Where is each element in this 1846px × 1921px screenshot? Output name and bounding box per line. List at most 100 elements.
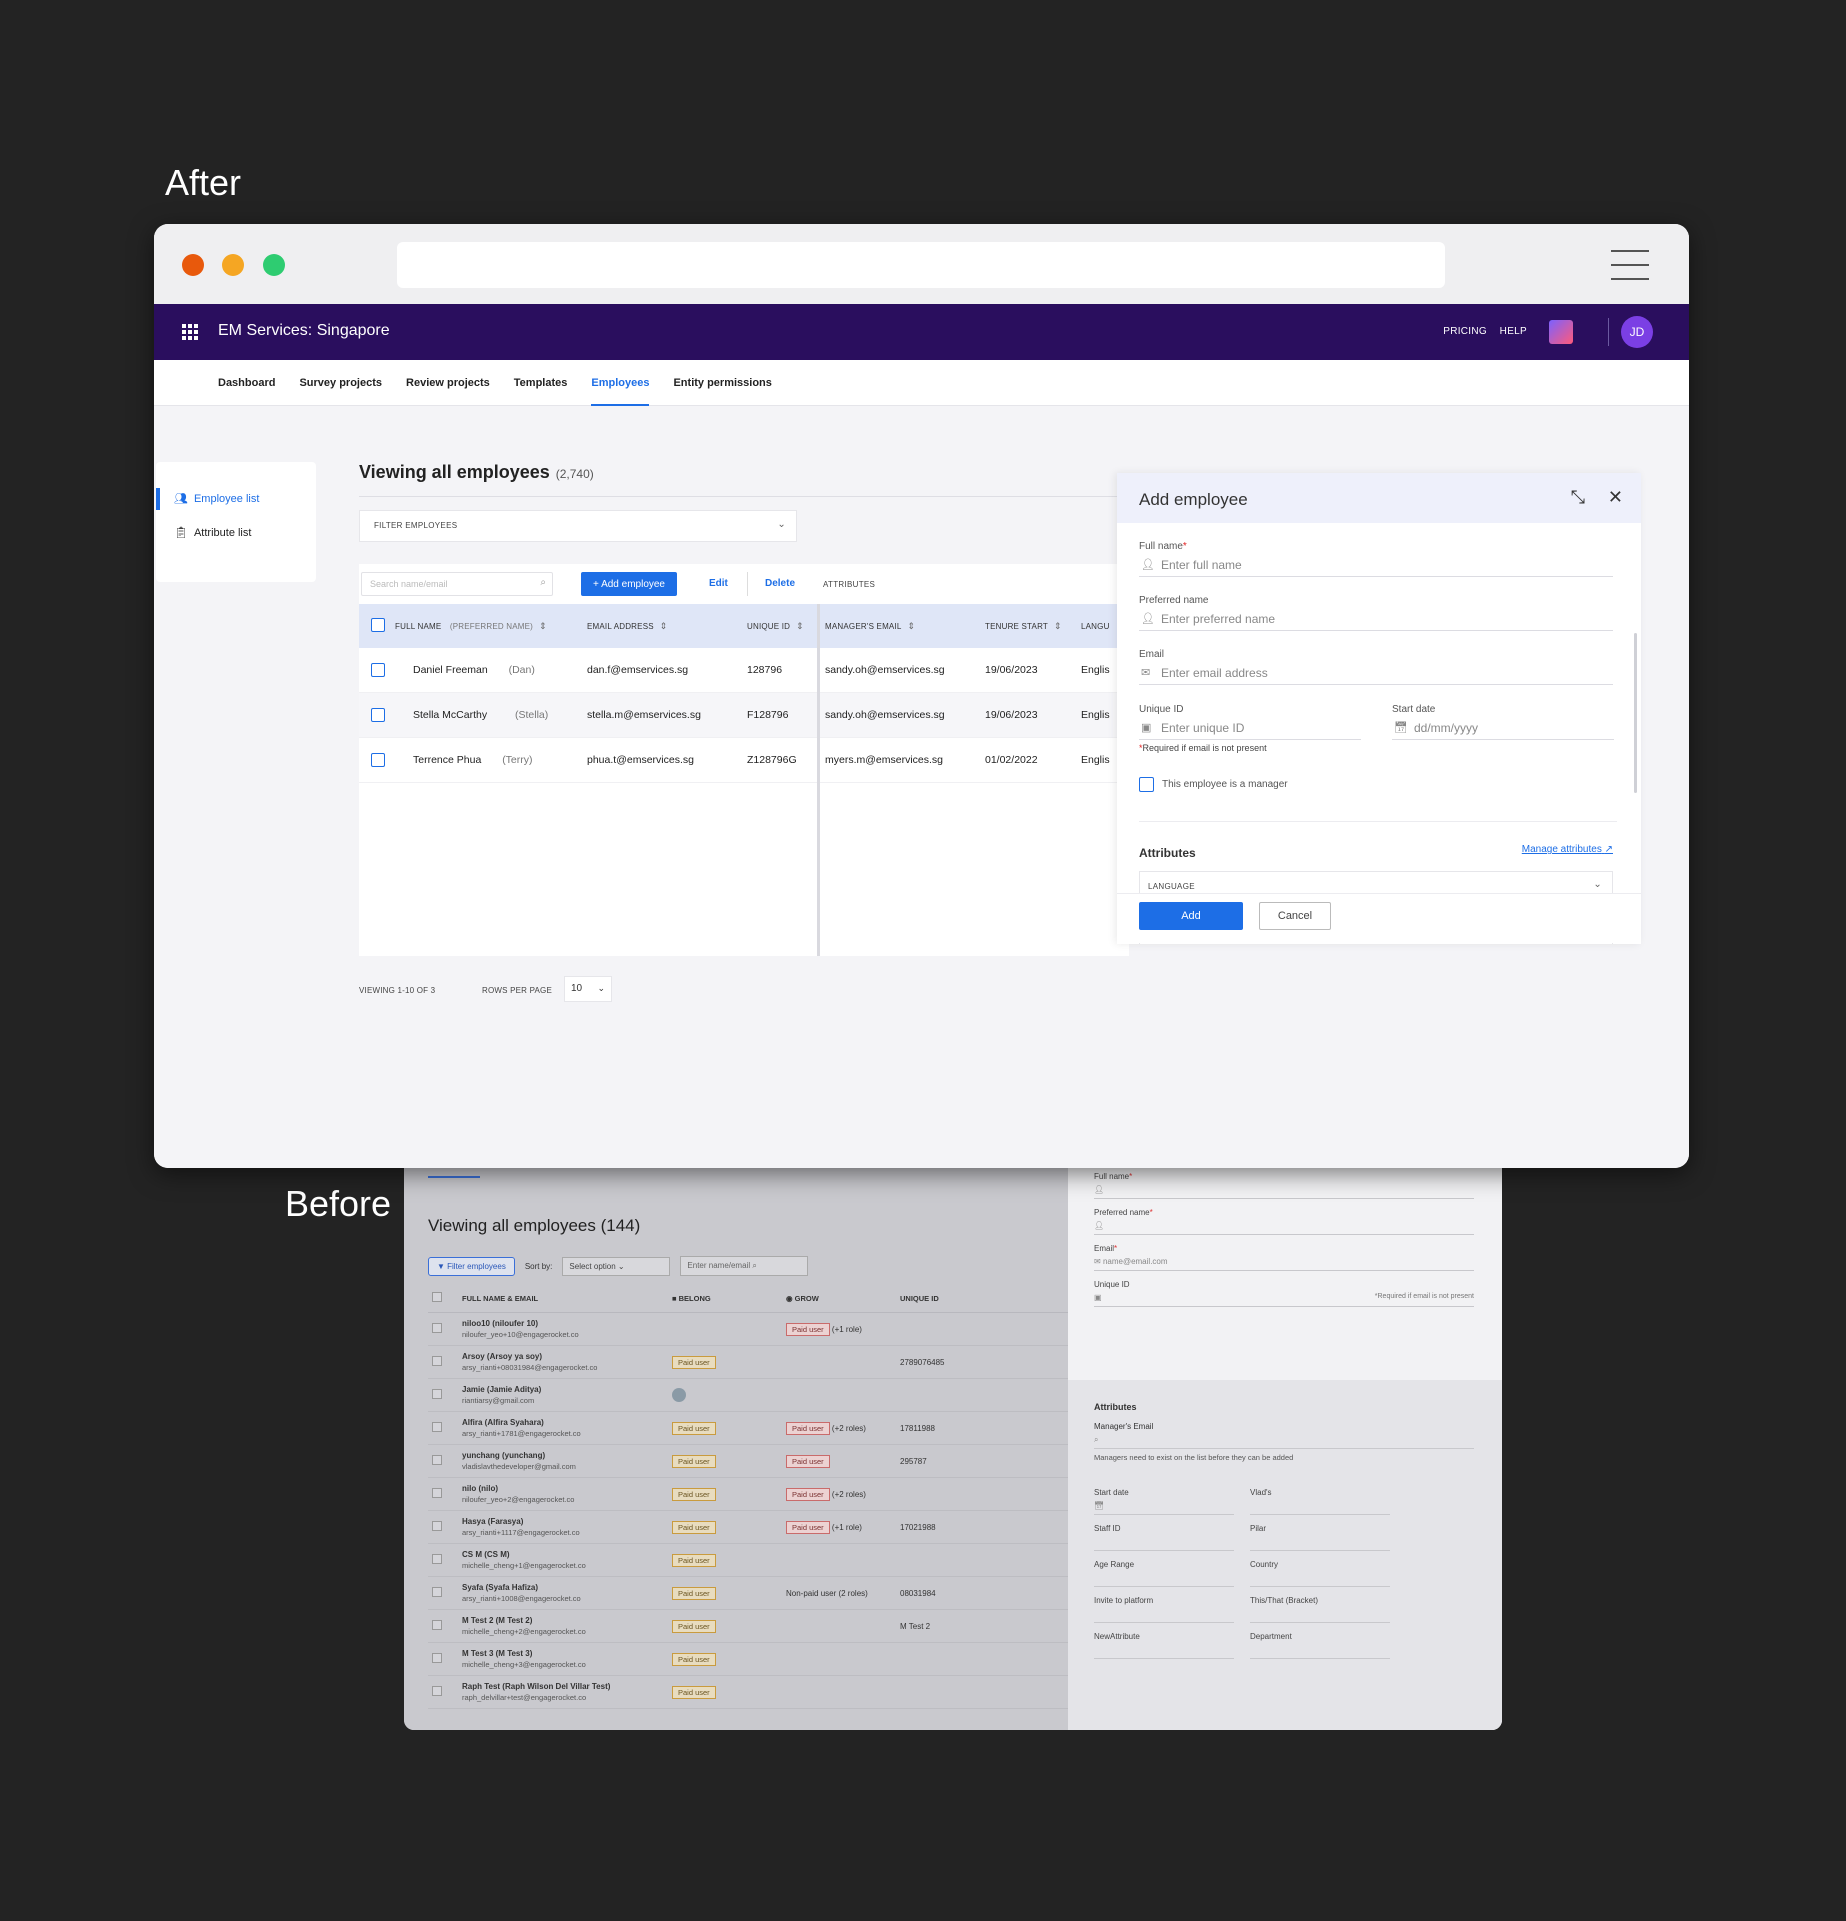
before-table-row[interactable]: Hasya (Farasya) arsy_rianti+1117@engagero… <box>428 1510 1068 1544</box>
table-row[interactable]: Stella McCarthy (Stella) stella.m@emservic… <box>359 693 1129 738</box>
before-table-row[interactable]: Raph Test (Raph Wilson Del Villar Test) r… <box>428 1675 1068 1709</box>
tab-dashboard[interactable]: Dashboard <box>218 360 275 406</box>
add-button[interactable]: Add <box>1139 902 1243 930</box>
tab-employees[interactable]: Employees <box>591 360 650 406</box>
before-attr-field[interactable]: Country <box>1250 1560 1440 1587</box>
col-tenure-start[interactable]: TENURE START ⇕ <box>985 621 1062 632</box>
app-grid-icon[interactable] <box>182 324 198 340</box>
cancel-button[interactable]: Cancel <box>1259 902 1331 930</box>
before-search-input[interactable]: Enter name/email ⌕ <box>680 1256 809 1276</box>
before-attr-input[interactable] <box>1094 1609 1234 1623</box>
before-row-checkbox[interactable] <box>432 1356 442 1366</box>
tab-survey-projects[interactable]: Survey projects <box>299 360 382 406</box>
user-avatar[interactable]: JD <box>1621 316 1653 348</box>
col-email[interactable]: EMAIL ADDRESS ⇕ <box>587 621 668 632</box>
email-input[interactable]: ✉ Enter email address <box>1139 663 1613 685</box>
delete-button[interactable]: Delete <box>765 578 795 589</box>
maximize-window-button[interactable] <box>263 254 285 276</box>
before-table-row[interactable]: niloo10 (niloufer 10) niloufer_yeo+10@eng… <box>428 1312 1068 1346</box>
before-row-checkbox[interactable] <box>432 1554 442 1564</box>
before-attr-input[interactable] <box>1094 1645 1234 1659</box>
manager-checkbox-row[interactable]: This employee is a manager <box>1139 777 1288 792</box>
row-checkbox[interactable] <box>371 663 385 677</box>
close-window-button[interactable] <box>182 254 204 276</box>
before-table-row[interactable]: CS M (CS M) michelle_cheng+1@engagerocket… <box>428 1543 1068 1577</box>
filter-employees-dropdown[interactable]: FILTER EMPLOYEES ⌄ <box>359 510 797 542</box>
before-attr-input[interactable] <box>1250 1609 1390 1623</box>
col-language[interactable]: LANGU <box>1081 622 1110 631</box>
before-select-all-checkbox[interactable] <box>432 1292 442 1302</box>
before-table-row[interactable]: nilo (nilo) niloufer_yeo+2@engagerocket.c… <box>428 1477 1068 1511</box>
before-attr-field[interactable]: Vlad's <box>1250 1488 1440 1515</box>
before-sort-select[interactable]: Select option ⌄ <box>562 1256 671 1276</box>
before-attr-input[interactable] <box>1250 1573 1390 1587</box>
hamburger-menu-icon[interactable] <box>1611 250 1649 292</box>
preferred-name-input[interactable]: 👤︎ Enter preferred name <box>1139 609 1613 631</box>
tab-entity-permissions[interactable]: Entity permissions <box>673 360 771 406</box>
before-attr-input[interactable] <box>1094 1573 1234 1587</box>
col-unique-id[interactable]: UNIQUE ID ⇕ <box>747 621 804 632</box>
before-attr-field[interactable]: This/That (Bracket) <box>1250 1596 1440 1623</box>
table-row[interactable]: Daniel Freeman (Dan) dan.f@emservices.sg 12… <box>359 648 1129 693</box>
manage-attributes-link[interactable]: Manage attributes ↗ <box>1522 844 1613 855</box>
col-manager-email[interactable]: MANAGER'S EMAIL ⇕ <box>825 621 915 632</box>
before-attr-input[interactable] <box>1250 1645 1390 1659</box>
before-attr-input[interactable] <box>1094 1537 1234 1551</box>
before-attr-field[interactable]: Department <box>1250 1632 1440 1659</box>
address-bar[interactable] <box>397 242 1445 288</box>
before-row-checkbox[interactable] <box>432 1620 442 1630</box>
before-row-checkbox[interactable] <box>432 1488 442 1498</box>
tab-review-projects[interactable]: Review projects <box>406 360 490 406</box>
before-row-checkbox[interactable] <box>432 1389 442 1399</box>
before-row-checkbox[interactable] <box>432 1686 442 1696</box>
start-date-input[interactable]: 📅︎ dd/mm/yyyy <box>1392 718 1614 740</box>
minimize-window-button[interactable] <box>222 254 244 276</box>
before-managers-email-input[interactable]: ⌕ <box>1094 1435 1474 1449</box>
before-table-row[interactable]: Jamie (Jamie Aditya) riantiarsy@gmail.com <box>428 1378 1068 1412</box>
table-row[interactable]: Terrence Phua (Terry) phua.t@emservices.sg… <box>359 738 1129 783</box>
edit-button[interactable]: Edit <box>709 578 728 589</box>
select-all-checkbox[interactable] <box>371 618 385 632</box>
before-row-checkbox[interactable] <box>432 1587 442 1597</box>
panel-scrollbar[interactable] <box>1634 633 1637 793</box>
before-attr-input[interactable] <box>1250 1537 1390 1551</box>
before-table-row[interactable]: yunchang (yunchang) vladislavthedeveloper… <box>428 1444 1068 1478</box>
pricing-link[interactable]: PRICING <box>1443 326 1487 337</box>
tab-templates[interactable]: Templates <box>514 360 568 406</box>
row-checkbox[interactable] <box>371 708 385 722</box>
before-fullname-input[interactable]: 👤︎ <box>1094 1185 1474 1199</box>
before-table-row[interactable]: Alfira (Alfira Syahara) arsy_rianti+1781@… <box>428 1411 1068 1445</box>
before-row-checkbox[interactable] <box>432 1323 442 1333</box>
before-table-row[interactable]: M Test 3 (M Test 3) michelle_cheng+3@enga… <box>428 1642 1068 1676</box>
before-table-row[interactable]: M Test 2 (M Test 2) michelle_cheng+2@enga… <box>428 1609 1068 1643</box>
before-attr-input[interactable]: 📅︎ <box>1094 1501 1234 1515</box>
add-employee-button[interactable]: + Add employee <box>581 572 677 596</box>
before-filter-button[interactable]: ▼ Filter employees <box>428 1256 515 1276</box>
product-logo-icon[interactable] <box>1549 320 1573 344</box>
before-row-checkbox[interactable] <box>432 1521 442 1531</box>
before-attr-input[interactable] <box>1250 1501 1390 1515</box>
before-uniqueid-input[interactable]: ▣ *Required if email is not present <box>1094 1293 1474 1307</box>
row-checkbox[interactable] <box>371 753 385 767</box>
before-attr-field[interactable]: Pilar <box>1250 1524 1440 1551</box>
before-row-checkbox[interactable] <box>432 1422 442 1432</box>
before-email-input[interactable]: ✉ name@email.com <box>1094 1257 1474 1271</box>
before-row-checkbox[interactable] <box>432 1455 442 1465</box>
minimize-panel-icon[interactable]: ⤡ <box>1571 487 1585 508</box>
close-icon[interactable]: ✕ <box>1608 487 1623 508</box>
col-full-name[interactable]: FULL NAME (PREFERRED NAME) ⇕ <box>395 621 547 632</box>
before-row-checkbox[interactable] <box>432 1653 442 1663</box>
before-table-row[interactable]: Syafa (Syafa Hafiza) arsy_rianti+1008@eng… <box>428 1576 1068 1610</box>
full-name-input[interactable]: 👤︎ Enter full name <box>1139 555 1613 577</box>
manager-checkbox[interactable] <box>1139 777 1154 792</box>
sidebar-item-employee-list[interactable]: 👥︎ Employee list <box>174 492 259 506</box>
sidebar-item-attribute-list[interactable]: 📋︎ Attribute list <box>174 526 251 540</box>
before-table-row[interactable]: Arsoy (Arsoy ya soy) arsy_rianti+08031984… <box>428 1345 1068 1379</box>
search-input[interactable]: Search name/email ⌕ <box>361 572 553 596</box>
before-preferred-input[interactable]: 👤︎ <box>1094 1221 1474 1235</box>
unique-id-input[interactable]: ▣ Enter unique ID <box>1139 718 1361 740</box>
rows-per-page-select[interactable]: 10 ⌄ <box>564 976 612 1002</box>
help-link[interactable]: HELP <box>1500 326 1527 337</box>
paid-user-badge: Paid user <box>672 1685 716 1699</box>
before-cell-unique-id <box>896 1543 1068 1577</box>
